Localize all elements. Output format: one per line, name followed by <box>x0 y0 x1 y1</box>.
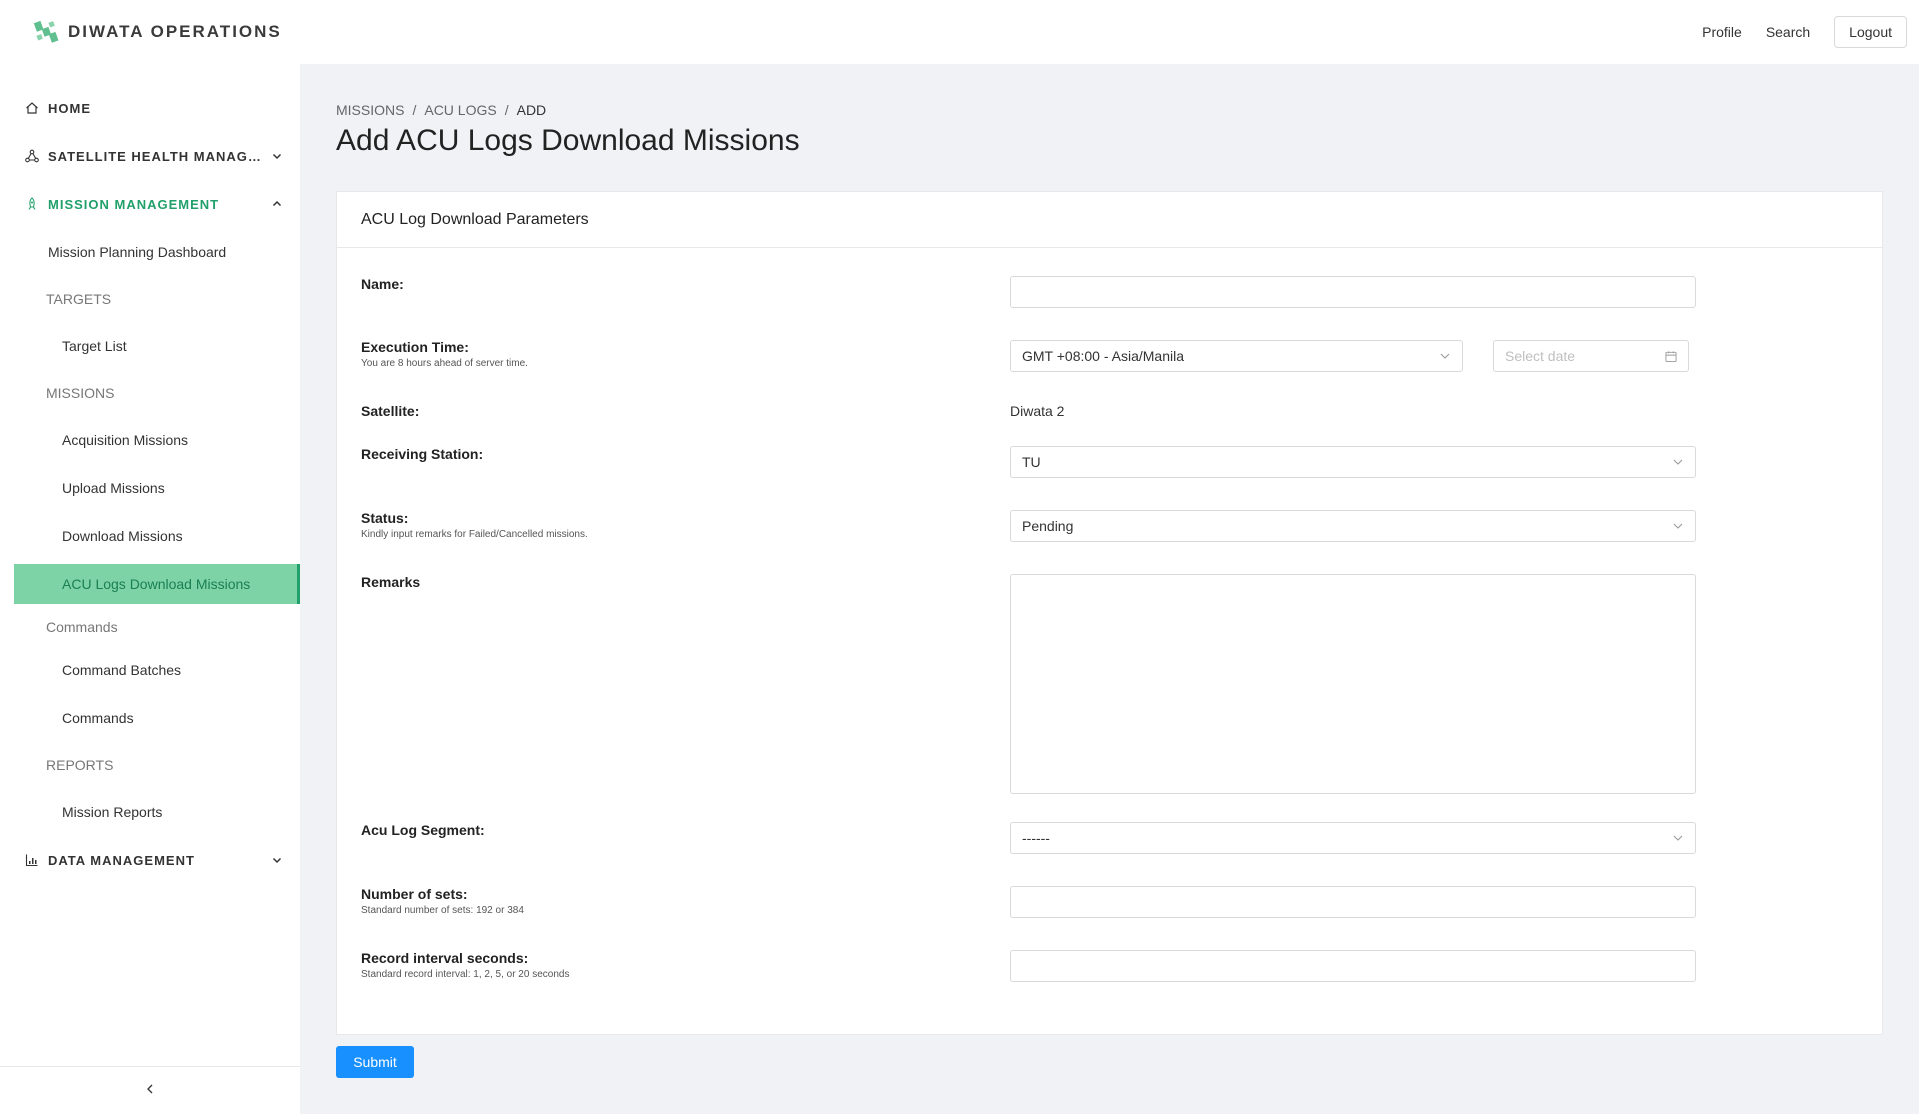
date-placeholder: Select date <box>1505 348 1576 364</box>
status-row: Status: Kindly input remarks for Failed/… <box>361 510 588 540</box>
sidebar-item-satellite-health[interactable]: SATELLITE HEALTH MANAGE... <box>0 132 300 180</box>
sidebar-group-missions: MISSIONS <box>46 385 115 401</box>
status-label: Status: <box>361 510 409 526</box>
receiving-station-row: Receiving Station: <box>361 446 483 462</box>
breadcrumb-acu-logs[interactable]: ACU LOGS <box>424 102 496 118</box>
acu-log-segment-label: Acu Log Segment: <box>361 822 485 838</box>
name-label: Name: <box>361 276 404 292</box>
chart-icon <box>24 852 40 868</box>
sidebar-group-targets: TARGETS <box>46 291 112 307</box>
status-select[interactable]: Pending <box>1010 510 1696 542</box>
sidebar-item-mission-planning-dashboard[interactable]: Mission Planning Dashboard <box>0 228 300 276</box>
record-interval-input[interactable] <box>1010 950 1696 982</box>
submit-button[interactable]: Submit <box>336 1046 414 1078</box>
name-input[interactable] <box>1010 276 1696 308</box>
satellite-logo-icon <box>32 18 60 46</box>
record-interval-label: Record interval seconds: <box>361 950 529 966</box>
form-card: ACU Log Download Parameters Name: Execut… <box>336 191 1883 1035</box>
sidebar-item-label: MISSION MANAGEMENT <box>48 196 220 212</box>
rocket-icon <box>24 196 40 212</box>
breadcrumb-missions[interactable]: MISSIONS <box>336 102 404 118</box>
satellite-label: Satellite: <box>361 403 420 419</box>
chevron-down-icon <box>1439 350 1451 362</box>
card-title: ACU Log Download Parameters <box>337 192 1882 248</box>
sidebar-item-label: HOME <box>48 100 91 116</box>
sidebar-collapse-button[interactable] <box>0 1066 300 1114</box>
brand[interactable]: DIWATA OPERATIONS <box>32 18 282 46</box>
sidebar-item-command-batches[interactable]: Command Batches <box>0 646 300 694</box>
chevron-down-icon <box>1672 456 1684 468</box>
timezone-select[interactable]: GMT +08:00 - Asia/Manila <box>1010 340 1463 372</box>
receiving-station-value: TU <box>1022 454 1041 470</box>
acu-log-segment-select[interactable]: ------ <box>1010 822 1696 854</box>
sidebar-item-acquisition-missions[interactable]: Acquisition Missions <box>0 416 300 464</box>
calendar-icon <box>1665 350 1677 363</box>
sidebar-item-home[interactable]: HOME <box>0 84 300 132</box>
sidebar-item-acu-logs-download-missions[interactable]: ACU Logs Download Missions <box>14 564 300 604</box>
brand-name: DIWATA OPERATIONS <box>68 22 282 41</box>
number-of-sets-input[interactable] <box>1010 886 1696 918</box>
top-header: DIWATA OPERATIONS Profile Search Logout <box>0 0 1919 64</box>
name-row: Name: <box>361 276 404 292</box>
sidebar-item-download-missions[interactable]: Download Missions <box>0 512 300 560</box>
sidebar: HOME SATELLITE HEALTH MANAGE... MISSION … <box>0 64 300 1114</box>
sidebar-group-commands: Commands <box>46 619 118 635</box>
record-interval-row: Record interval seconds: Standard record… <box>361 950 569 980</box>
receiving-station-select[interactable]: TU <box>1010 446 1696 478</box>
chevron-down-icon <box>270 853 284 867</box>
logout-button[interactable]: Logout <box>1834 16 1907 48</box>
profile-link[interactable]: Profile <box>1702 24 1742 40</box>
sidebar-item-target-list[interactable]: Target List <box>0 322 300 370</box>
satellite-value: Diwata 2 <box>1010 403 1065 419</box>
sidebar-item-label: DATA MANAGEMENT <box>48 852 195 868</box>
chevron-down-icon <box>1672 832 1684 844</box>
chevron-left-icon <box>144 1082 156 1100</box>
satellite-row: Satellite: <box>361 403 419 419</box>
record-interval-hint: Standard record interval: 1, 2, 5, or 20… <box>361 969 570 980</box>
sidebar-item-label: SATELLITE HEALTH MANAGE... <box>48 148 270 164</box>
breadcrumb: MISSIONS / ACU LOGS / ADD <box>336 102 546 118</box>
chevron-down-icon <box>1672 520 1684 532</box>
chevron-up-icon <box>270 197 284 211</box>
remarks-label: Remarks <box>361 574 421 590</box>
network-icon <box>24 148 40 164</box>
home-icon <box>24 100 40 116</box>
sidebar-item-commands[interactable]: Commands <box>0 694 300 742</box>
number-of-sets-hint: Standard number of sets: 192 or 384 <box>361 905 524 916</box>
acu-log-segment-row: Acu Log Segment: <box>361 822 485 838</box>
chevron-down-icon <box>270 149 284 163</box>
number-of-sets-row: Number of sets: Standard number of sets:… <box>361 886 524 916</box>
timezone-value: GMT +08:00 - Asia/Manila <box>1022 348 1184 364</box>
remarks-textarea[interactable] <box>1010 574 1696 794</box>
number-of-sets-label: Number of sets: <box>361 886 468 902</box>
execution-time-row: Execution Time: You are 8 hours ahead of… <box>361 339 528 369</box>
sidebar-group-reports: REPORTS <box>46 757 114 773</box>
sidebar-item-data-management[interactable]: DATA MANAGEMENT <box>0 836 300 884</box>
execution-time-label: Execution Time: <box>361 339 469 355</box>
execution-time-hint: You are 8 hours ahead of server time. <box>361 358 528 369</box>
status-hint: Kindly input remarks for Failed/Cancelle… <box>361 529 588 540</box>
sidebar-item-upload-missions[interactable]: Upload Missions <box>0 464 300 512</box>
acu-log-segment-value: ------ <box>1022 830 1050 846</box>
date-picker[interactable]: Select date <box>1493 340 1689 372</box>
sidebar-item-mission-reports[interactable]: Mission Reports <box>0 788 300 836</box>
sidebar-item-mission-management[interactable]: MISSION MANAGEMENT <box>0 180 300 228</box>
breadcrumb-add: ADD <box>516 102 547 118</box>
status-value: Pending <box>1022 518 1074 534</box>
search-link[interactable]: Search <box>1766 24 1810 40</box>
breadcrumb-separator: / <box>504 102 509 118</box>
remarks-row: Remarks <box>361 574 420 590</box>
breadcrumb-separator: / <box>412 102 417 118</box>
receiving-station-label: Receiving Station: <box>361 446 484 462</box>
page-title: Add ACU Logs Download Missions <box>336 124 800 157</box>
